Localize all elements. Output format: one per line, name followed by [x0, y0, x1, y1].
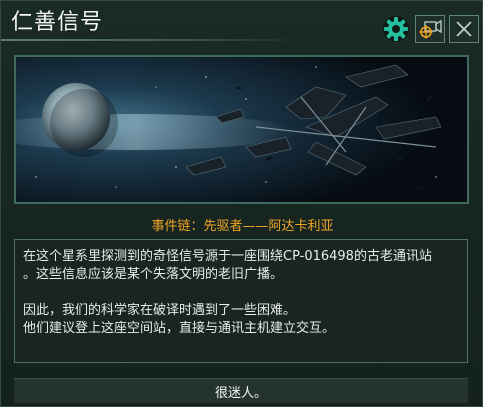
description-line: 他们建议登上这座空间站，直接与通讯主机建立交互。 [23, 321, 336, 336]
option-button[interactable]: 很迷人。 [14, 378, 468, 403]
title-bar: 仁善信号 [1, 1, 483, 45]
close-icon [456, 21, 472, 37]
camera-target-icon [419, 19, 442, 39]
space-station-illustration [16, 57, 467, 202]
event-window: 仁善信号 事件链：先驱者——阿达卡利亚 在这个星系里探测到的奇怪信号源于一座围绕… [0, 0, 483, 407]
event-chain-label: 事件链：先驱者——阿达卡利亚 [151, 219, 334, 234]
description-line: 在这个星系里探测到的奇怪信号源于一座围绕CP-016498的古老通讯站 [23, 249, 432, 264]
window-title: 仁善信号 [11, 10, 104, 35]
description-line: 。这些信息应该是某个失落文明的老旧广播。 [23, 267, 284, 282]
camera-button[interactable] [415, 15, 445, 43]
event-image [14, 55, 469, 204]
title-underline [1, 39, 301, 41]
close-button[interactable] [449, 15, 479, 43]
event-description: 在这个星系里探测到的奇怪信号源于一座围绕CP-016498的古老通讯站 。这些信… [14, 239, 468, 363]
description-line: 因此，我们的科学家在破译时遇到了一些困难。 [23, 303, 297, 318]
settings-button[interactable] [381, 15, 411, 43]
gear-icon [383, 16, 409, 42]
